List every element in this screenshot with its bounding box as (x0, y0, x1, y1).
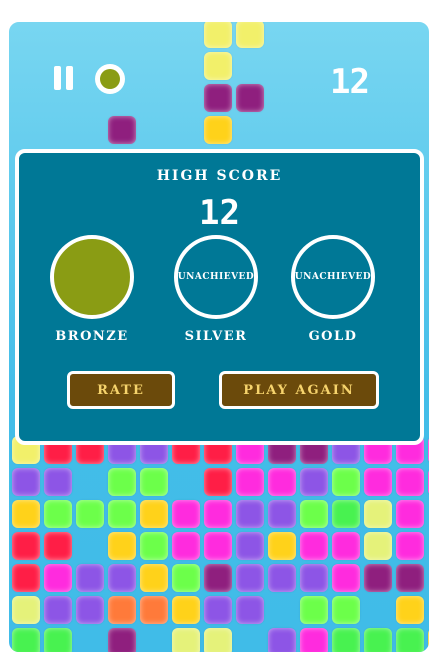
tile-block (428, 628, 429, 652)
tile-block (268, 500, 296, 528)
tile-block (300, 596, 328, 624)
tile-block (44, 532, 72, 560)
bronze-medal-icon (50, 235, 134, 319)
tile-block (204, 532, 232, 560)
tile-block (396, 628, 424, 652)
tile-block (204, 52, 232, 80)
tile-block (108, 500, 136, 528)
current-score: 12 (330, 62, 370, 102)
tile-block (332, 532, 360, 560)
play-again-button[interactable]: PLAY AGAIN (219, 371, 379, 409)
game-over-dialog: HIGH SCORE 12 UNACHIEVED UNACHIEVED BRON… (15, 149, 424, 445)
tile-block (236, 22, 264, 48)
tile-block (44, 564, 72, 592)
tile-block (204, 22, 232, 48)
tile-block (12, 596, 40, 624)
tile-block (76, 500, 104, 528)
tile-block (236, 500, 264, 528)
tile-block (364, 500, 392, 528)
tile-block (396, 532, 424, 560)
tile-block (108, 628, 136, 652)
tile-block (204, 596, 232, 624)
tile-block (108, 596, 136, 624)
tile-block (236, 532, 264, 560)
bronze-label: BRONZE (55, 329, 129, 344)
tile-block (300, 500, 328, 528)
tile-block (236, 84, 264, 112)
tile-block (396, 500, 424, 528)
tile-block (332, 596, 360, 624)
tile-block (332, 468, 360, 496)
gold-medal-icon: UNACHIEVED (291, 235, 375, 319)
tile-block (44, 500, 72, 528)
tile-block (140, 564, 168, 592)
high-score-value: 12 (199, 193, 240, 233)
tile-block (364, 628, 392, 652)
tile-block (332, 500, 360, 528)
tile-block (204, 564, 232, 592)
tile-block (300, 628, 328, 652)
tile-block (268, 564, 296, 592)
tile-block (108, 116, 136, 144)
tile-block (204, 628, 232, 652)
tile-block (396, 468, 424, 496)
tile-block (172, 500, 200, 528)
pause-icon (54, 66, 61, 90)
pause-button[interactable] (54, 66, 78, 92)
tile-block (172, 532, 200, 560)
tile-block (140, 532, 168, 560)
tile-block (268, 468, 296, 496)
tile-block (236, 468, 264, 496)
rate-button[interactable]: RATE (67, 371, 175, 409)
tile-block (140, 468, 168, 496)
tile-block (268, 532, 296, 560)
tile-block (300, 468, 328, 496)
medal-state: UNACHIEVED (294, 272, 372, 282)
tile-block (76, 564, 104, 592)
tile-block (236, 564, 264, 592)
tile-block (300, 564, 328, 592)
tile-block (172, 596, 200, 624)
tile-block (12, 628, 40, 652)
tile-block (332, 564, 360, 592)
tile-block (396, 596, 424, 624)
tile-block (204, 116, 232, 144)
tile-block (12, 564, 40, 592)
tile-block (364, 532, 392, 560)
tile-block (364, 468, 392, 496)
high-score-label: HIGH SCORE (156, 168, 283, 184)
tile-block (108, 468, 136, 496)
tile-block (140, 596, 168, 624)
tile-block (236, 596, 264, 624)
tile-block (12, 532, 40, 560)
tile-block (300, 532, 328, 560)
silver-label: SILVER (184, 329, 248, 344)
tile-block (108, 532, 136, 560)
tile-block (172, 564, 200, 592)
tile-block (44, 596, 72, 624)
tile-block (268, 628, 296, 652)
tile-block (76, 596, 104, 624)
tile-block (140, 500, 168, 528)
tile-block (204, 500, 232, 528)
gold-label: GOLD (308, 329, 358, 344)
silver-medal-icon: UNACHIEVED (174, 235, 258, 319)
tile-block (204, 468, 232, 496)
coin-icon (95, 64, 125, 94)
tile-block (396, 564, 424, 592)
tile-block (428, 468, 429, 496)
tile-block (364, 564, 392, 592)
tile-block (12, 468, 40, 496)
tile-block (428, 436, 429, 464)
tile-block (44, 468, 72, 496)
tile-block (44, 628, 72, 652)
tile-block (12, 500, 40, 528)
pause-icon (66, 66, 73, 90)
tile-block (108, 564, 136, 592)
tile-block (204, 84, 232, 112)
tile-block (332, 628, 360, 652)
tile-block (172, 628, 200, 652)
medal-state: UNACHIEVED (177, 272, 255, 282)
